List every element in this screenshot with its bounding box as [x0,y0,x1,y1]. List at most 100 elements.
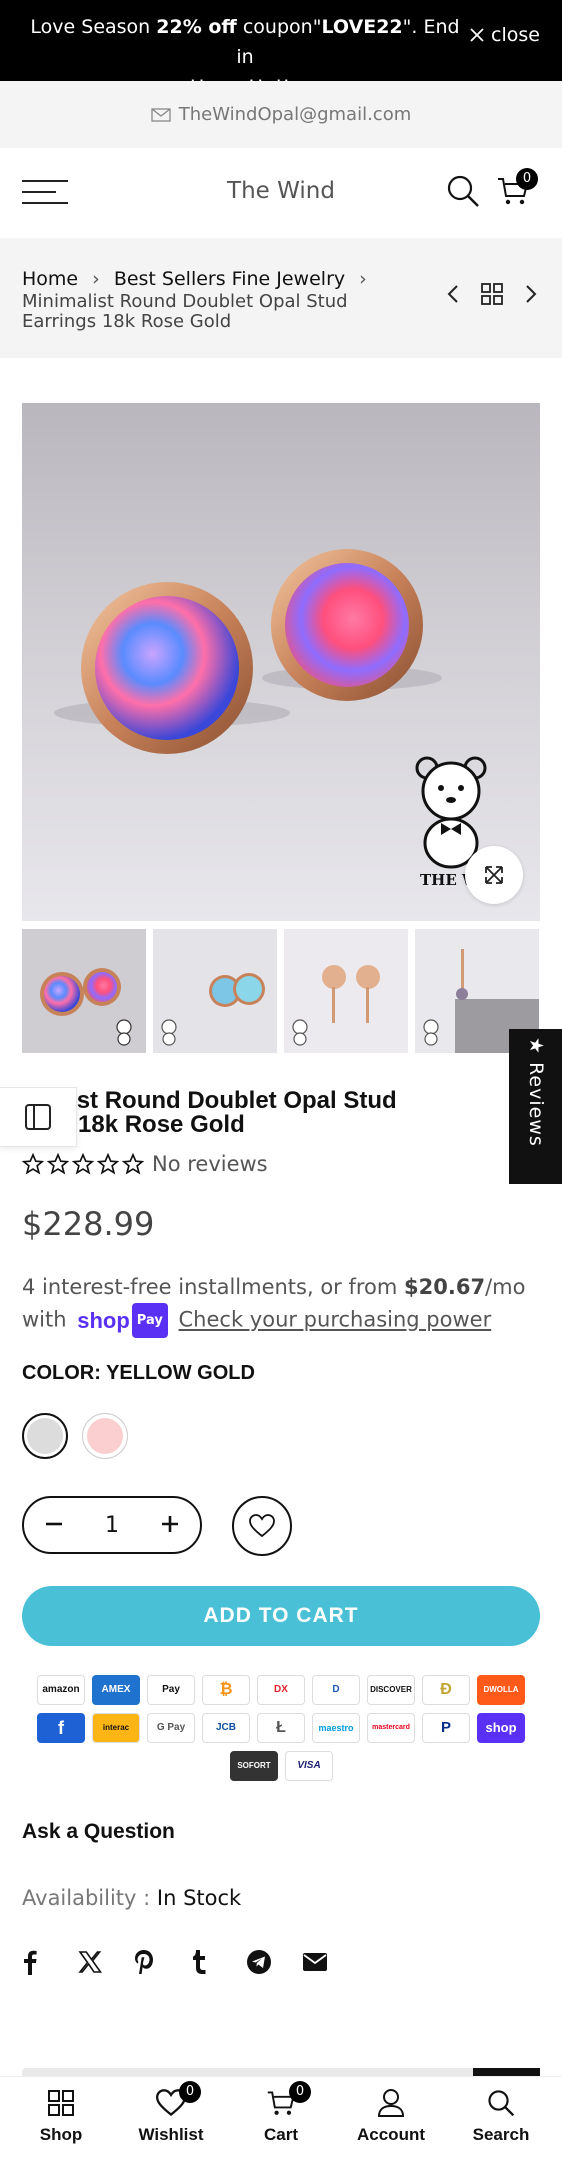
swatch-rose-gold[interactable] [87,1418,123,1454]
announcement-discount: 22% off [156,16,237,38]
search-icon [488,2090,515,2117]
breadcrumb: Home › Best Sellers Fine Jewelry › Minim… [0,238,562,358]
bear-logo [415,756,487,869]
mastercard-icon: mastercard [367,1713,415,1743]
add-to-wishlist-button[interactable] [232,1496,292,1556]
quantity-increase-button[interactable] [158,1510,182,1540]
installments-info: 4 interest-free installments, or from $2… [22,1272,542,1338]
ask-question-link[interactable]: Ask a Question [22,1820,175,1844]
toolbar-account-button[interactable]: Account [336,2085,446,2145]
amazon-pay-icon: amazon [37,1675,85,1705]
star-empty-icon [122,1153,144,1175]
visa-icon: VISA [285,1751,333,1781]
dogecoin-icon: Ð [422,1675,470,1705]
sidebar-toggle-button[interactable] [0,1087,77,1147]
product-main-image[interactable]: THE W [22,403,540,921]
share-pinterest-button[interactable] [134,1946,190,1978]
reviews-tab-label: ★ Reviews [525,1037,547,1147]
share-tumblr-button[interactable] [190,1946,246,1978]
grid-icon [481,283,503,305]
next-product-button[interactable] [524,284,538,308]
thumbnail-3[interactable] [284,929,408,1053]
tumblr-icon [193,1950,206,1974]
email-icon [303,1953,327,1971]
breadcrumb-current: Minimalist Round Doublet Opal Stud Earri… [22,291,348,332]
quantity-decrease-button[interactable] [42,1510,66,1540]
swatch-yellow-gold[interactable] [27,1418,63,1454]
sidebar-icon [25,1104,51,1130]
star-empty-icon [47,1153,69,1175]
mail-icon [151,107,171,122]
telegram-icon [247,1950,271,1974]
thumbnail-image [284,929,408,1053]
add-to-cart-button[interactable]: ADD TO CART [22,1586,540,1646]
search-icon [447,175,479,207]
heart-icon [249,1514,275,1538]
close-icon [470,28,484,42]
announcement-text-mid: coupon" [236,16,322,38]
toolbar-wishlist-button[interactable]: 0 Wishlist [116,2081,226,2145]
check-purchasing-power-link[interactable]: Check your purchasing power [179,1308,492,1332]
color-label: COLOR: YELLOW GOLD [22,1362,255,1384]
contact-email[interactable]: TheWindOpal@gmail.com [179,104,412,125]
forbrugsforeningen-icon: f [37,1713,85,1743]
thumbnail-1[interactable] [22,929,146,1053]
sofort-icon: SOFORT [230,1751,278,1781]
breadcrumb-home[interactable]: Home [22,268,78,290]
apple-pay-icon: Pay [147,1675,195,1705]
toolbar-shop-label: Shop [39,2125,83,2144]
collection-grid-button[interactable] [480,282,504,310]
quantity-value[interactable]: 1 [105,1513,119,1538]
toolbar-search-button[interactable]: Search [446,2085,556,2145]
pinterest-icon [135,1950,153,1974]
thumbnail-image [153,929,277,1053]
product-title-text: imalist Round Doublet Opal Stud ings 18k… [22,1087,397,1138]
chevron-right-icon [526,285,537,303]
availability-value: In Stock [156,1886,242,1910]
product-rating[interactable]: No reviews [22,1152,268,1176]
paypal-icon: P [422,1713,470,1743]
availability: Availability : In Stock [22,1886,241,1910]
site-header: The Wind 0 [0,148,562,238]
share-facebook-button[interactable] [22,1946,78,1978]
discover-icon: DISCOVER [367,1675,415,1705]
previous-product-button[interactable] [446,284,460,308]
contact-bar: TheWindOpal@gmail.com [0,81,562,148]
breadcrumb-category[interactable]: Best Sellers Fine Jewelry [114,268,345,290]
rating-label: No reviews [152,1152,268,1176]
jcb-icon: JCB [202,1713,250,1743]
shop-pay-icon: shop [477,1713,525,1743]
shop-pay-logo: shop Pay [77,1303,168,1338]
google-pay-icon: G Pay [147,1713,195,1743]
grid-icon [48,2090,74,2116]
toolbar-account-label: Account [357,2125,425,2144]
wishlist-count-badge: 0 [179,2081,201,2103]
earrings-photo: THE W [54,549,487,889]
header-search-button[interactable] [446,174,480,212]
installments-amount: $20.67 [404,1275,486,1299]
share-buttons [22,1946,358,1978]
header-cart-count: 0 [516,168,538,190]
toolbar-cart-button[interactable]: 0 Cart [226,2081,336,2145]
shop-pay-shop: shop [77,1308,130,1333]
bitcoin-icon: ₿ [202,1675,250,1705]
zoom-button[interactable] [465,846,523,904]
thumbnail-image [22,929,146,1053]
thumbnail-2[interactable] [153,929,277,1053]
toolbar-shop-button[interactable]: Shop [6,2085,116,2145]
breadcrumb-separator: › [359,268,367,290]
toolbar-search-label: Search [472,2125,530,2144]
maestro-icon: maestro [312,1713,360,1743]
share-telegram-button[interactable] [246,1946,302,1978]
share-x-button[interactable] [78,1946,134,1978]
announcement-bar: Love Season 22% off coupon"LOVE22". End … [0,0,562,98]
announcement-close-button[interactable]: close [469,24,540,46]
product-title: imalist Round Doublet Opal Stud ings 18k… [22,1089,522,1137]
installments-with: with [22,1307,74,1332]
toolbar-cart-label: Cart [263,2125,298,2144]
plus-icon [162,1516,178,1532]
expand-icon [485,866,503,884]
share-email-button[interactable] [302,1946,358,1978]
announcement-code: LOVE22 [321,16,403,38]
x-twitter-icon [78,1951,102,1973]
